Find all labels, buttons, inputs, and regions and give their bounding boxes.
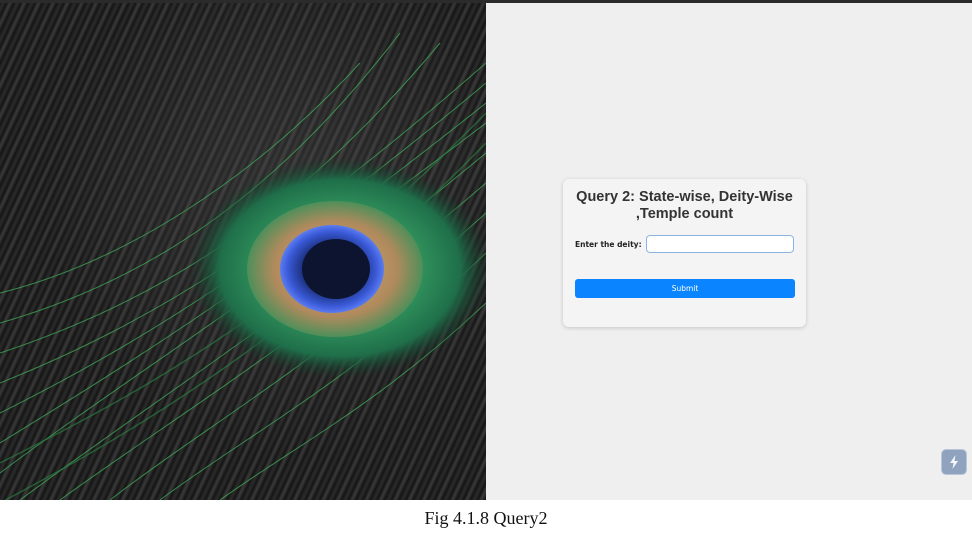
query-title: Query 2: State-wise, Deity-Wise ,Temple … xyxy=(576,189,793,222)
peacock-feather-image xyxy=(0,3,486,500)
lightning-bolt-icon xyxy=(950,455,958,469)
floating-action-button[interactable] xyxy=(941,449,967,475)
figure-caption: Fig 4.1.8 Query2 xyxy=(424,508,548,528)
deity-input[interactable] xyxy=(645,235,794,253)
app-screenshot: Query 2: State-wise, Deity-Wise ,Temple … xyxy=(0,0,972,500)
deity-field-row: Enter the deity: xyxy=(575,235,794,253)
query-form-card: Query 2: State-wise, Deity-Wise ,Temple … xyxy=(563,179,806,327)
submit-button[interactable]: Submit xyxy=(575,279,795,298)
peacock-feather-drawing xyxy=(0,32,486,500)
query-page: Query 2: State-wise, Deity-Wise ,Temple … xyxy=(486,3,972,500)
deity-label: Enter the deity: xyxy=(575,239,642,249)
